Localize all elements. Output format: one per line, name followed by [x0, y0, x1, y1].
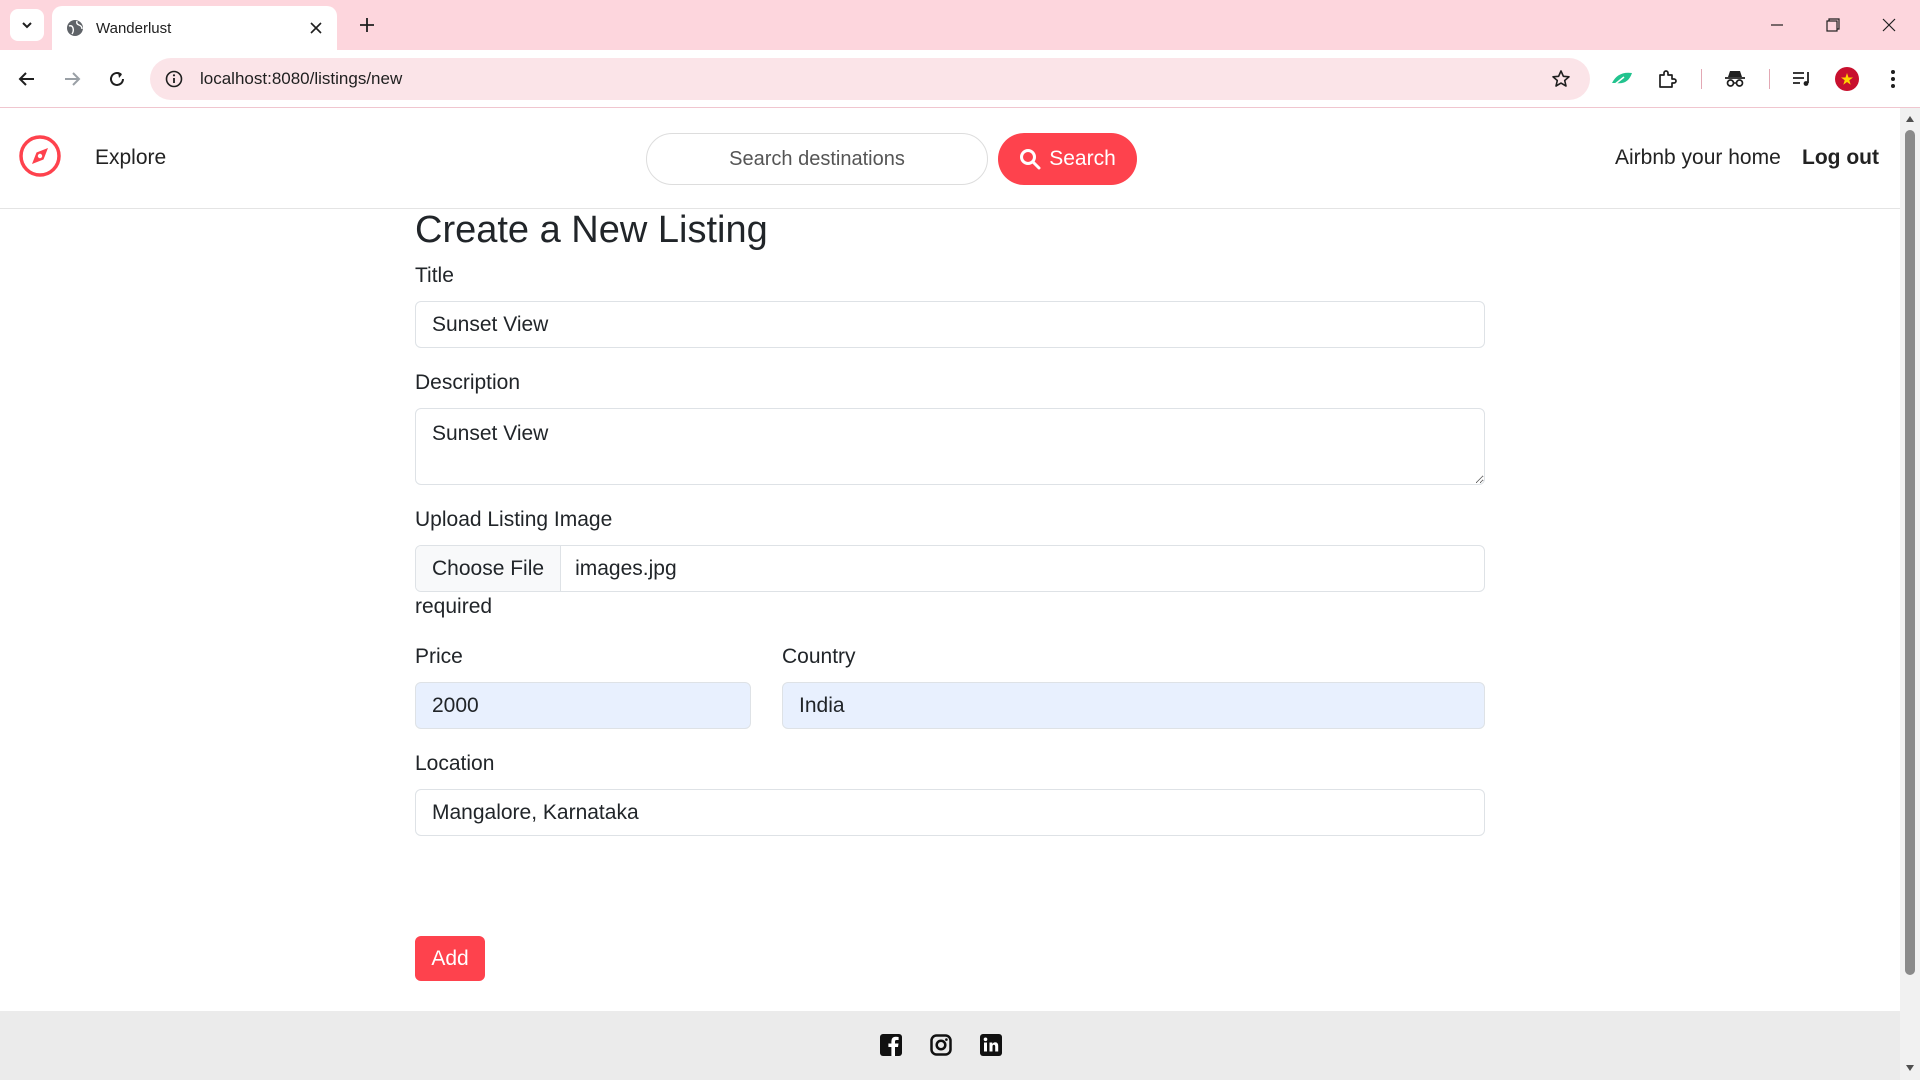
- search-button[interactable]: Search: [998, 133, 1137, 185]
- linkedin-icon[interactable]: [979, 1033, 1003, 1057]
- forward-arrow-icon[interactable]: [55, 62, 89, 96]
- facebook-icon[interactable]: [879, 1033, 903, 1057]
- description-label: Description: [415, 371, 521, 394]
- more-options-icon[interactable]: [1876, 62, 1910, 96]
- add-listing-button[interactable]: Add: [415, 936, 485, 981]
- image-upload-label: Upload Listing Image: [415, 508, 613, 531]
- browser-tab-bar: Wanderlust: [0, 0, 1920, 50]
- selected-file-name: images.jpg: [575, 556, 677, 580]
- bookmark-star-icon[interactable]: [1546, 64, 1576, 94]
- search-button-label: Search: [1049, 147, 1116, 170]
- airbnb-your-home-link[interactable]: Airbnb your home: [1615, 146, 1781, 170]
- explore-link[interactable]: Explore: [95, 146, 166, 170]
- page-scrollbar[interactable]: [1900, 108, 1920, 1080]
- url-text: localhost:8080/listings/new: [200, 69, 403, 88]
- image-required-hint: required: [415, 595, 493, 618]
- image-file-input[interactable]: Choose File images.jpg: [415, 545, 1485, 592]
- tab-search-button[interactable]: [10, 9, 44, 41]
- description-textarea[interactable]: Sunset View: [415, 408, 1485, 485]
- address-bar[interactable]: localhost:8080/listings/new: [150, 58, 1590, 100]
- title-input[interactable]: [415, 301, 1485, 348]
- new-tab-icon[interactable]: [352, 10, 382, 40]
- site-footer: [0, 1011, 1900, 1080]
- scroll-up-arrow-icon[interactable]: [1905, 114, 1915, 124]
- minimize-icon[interactable]: [1754, 8, 1800, 42]
- close-window-icon[interactable]: [1866, 8, 1912, 42]
- site-navbar: Explore Search Airbnb your home Log out: [0, 108, 1900, 209]
- restore-icon[interactable]: [1810, 8, 1856, 42]
- country-label: Country: [782, 645, 856, 668]
- tab-title: Wanderlust: [96, 19, 172, 37]
- browser-toolbar: localhost:8080/listings/new: [0, 50, 1920, 108]
- instagram-icon[interactable]: [929, 1033, 953, 1057]
- choose-file-button[interactable]: Choose File: [416, 546, 562, 591]
- price-input[interactable]: [415, 682, 751, 729]
- search-icon: [1020, 149, 1041, 170]
- avatar-emblem-icon: [1835, 67, 1859, 91]
- reload-icon[interactable]: [100, 62, 134, 96]
- extensions-puzzle-icon[interactable]: [1650, 62, 1684, 96]
- price-label: Price: [415, 645, 463, 668]
- globe-icon: [66, 19, 84, 37]
- browser-tab[interactable]: Wanderlust: [52, 6, 337, 50]
- location-label: Location: [415, 752, 495, 775]
- site-info-icon[interactable]: [162, 67, 186, 91]
- incognito-icon[interactable]: [1718, 62, 1752, 96]
- destination-search-input[interactable]: [646, 133, 988, 185]
- location-input[interactable]: [415, 789, 1485, 836]
- chevron-down-icon: [22, 22, 32, 29]
- page-title: Create a New Listing: [415, 209, 768, 251]
- close-tab-icon[interactable]: [305, 17, 327, 39]
- scrollbar-thumb[interactable]: [1905, 130, 1915, 975]
- media-controls-icon[interactable]: [1785, 62, 1819, 96]
- toolbar-divider: [1769, 69, 1770, 89]
- compass-logo-icon[interactable]: [18, 134, 62, 178]
- scroll-down-arrow-icon[interactable]: [1905, 1063, 1915, 1073]
- toolbar-divider: [1701, 69, 1702, 89]
- title-label: Title: [415, 264, 454, 287]
- extension-leaf-icon[interactable]: [1605, 62, 1639, 96]
- country-input[interactable]: [782, 682, 1485, 729]
- logout-link[interactable]: Log out: [1802, 146, 1879, 170]
- profile-avatar[interactable]: [1830, 62, 1864, 96]
- back-arrow-icon[interactable]: [10, 62, 44, 96]
